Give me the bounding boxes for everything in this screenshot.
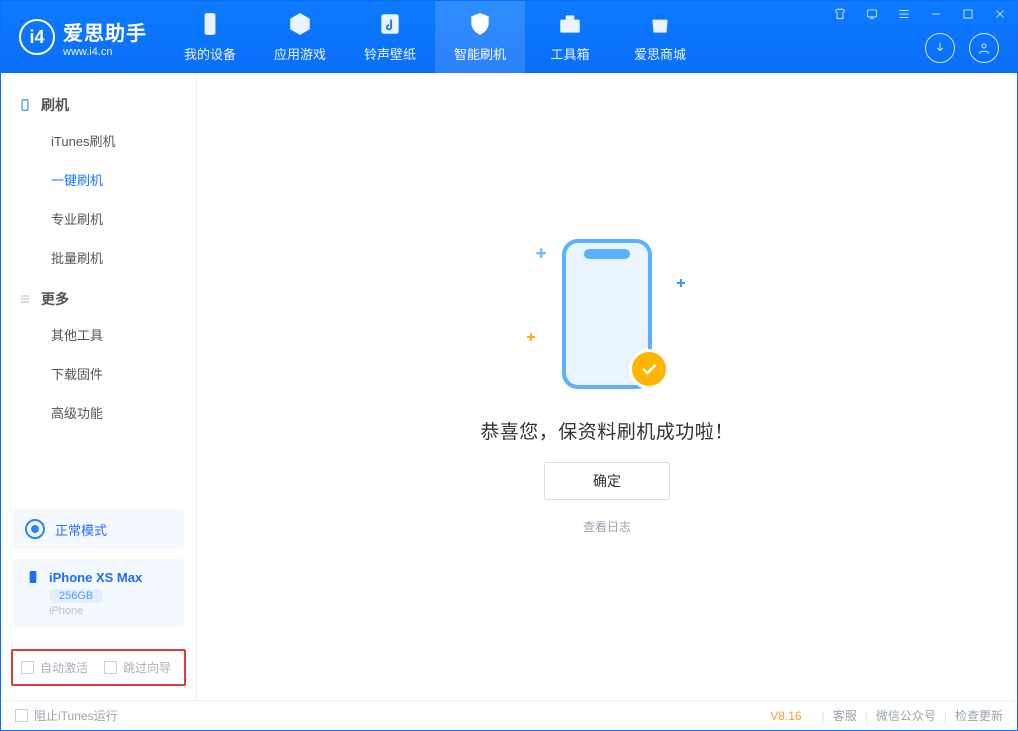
footer-link-support[interactable]: 客服 bbox=[833, 707, 857, 724]
body: 刷机 iTunes刷机 一键刷机 专业刷机 批量刷机 更多 其他工具 下载固件 … bbox=[1, 73, 1017, 700]
checkbox-skip-setup[interactable]: 跳过向导 bbox=[104, 659, 171, 676]
ok-button[interactable]: 确定 bbox=[544, 462, 670, 500]
sidebar-scroll: 刷机 iTunes刷机 一键刷机 专业刷机 批量刷机 更多 其他工具 下载固件 … bbox=[1, 73, 196, 509]
logo-text: 爱思助手 www.i4.cn bbox=[63, 17, 147, 58]
sidebar-item-advanced[interactable]: 高级功能 bbox=[1, 393, 196, 432]
cube-icon bbox=[287, 11, 313, 40]
menu-icon[interactable] bbox=[893, 5, 915, 23]
checkbox-label: 阻止iTunes运行 bbox=[34, 707, 118, 724]
separator: | bbox=[944, 709, 947, 723]
nav-label: 智能刷机 bbox=[454, 44, 506, 63]
sidebar-bottom: 正常模式 iPhone XS Max 256GB iPhone bbox=[1, 509, 196, 637]
nav-label: 应用游戏 bbox=[274, 44, 326, 63]
sparkle-icon bbox=[536, 248, 543, 255]
titlebar: i4 爱思助手 www.i4.cn 我的设备 应用游戏 铃声壁纸 bbox=[1, 1, 1017, 73]
checkbox-box-icon bbox=[21, 661, 34, 674]
nav-label: 我的设备 bbox=[184, 44, 236, 63]
device-icon bbox=[197, 11, 223, 40]
feedback-icon[interactable] bbox=[861, 5, 883, 23]
nav-my-device[interactable]: 我的设备 bbox=[165, 1, 255, 73]
sidebar: 刷机 iTunes刷机 一键刷机 专业刷机 批量刷机 更多 其他工具 下载固件 … bbox=[1, 73, 197, 700]
checkbox-box-icon bbox=[104, 661, 117, 674]
footer-link-wechat[interactable]: 微信公众号 bbox=[876, 707, 936, 724]
maximize-button[interactable] bbox=[957, 5, 979, 23]
main-nav: 我的设备 应用游戏 铃声壁纸 智能刷机 工具箱 bbox=[165, 1, 705, 73]
nav-label: 爱思商城 bbox=[634, 44, 686, 63]
device-capacity: 256GB bbox=[49, 589, 103, 603]
highlighted-options: 自动激活 跳过向导 bbox=[11, 649, 186, 686]
checkbox-auto-activate[interactable]: 自动激活 bbox=[21, 659, 88, 676]
nav-apps-games[interactable]: 应用游戏 bbox=[255, 1, 345, 73]
sparkle-icon bbox=[677, 279, 683, 285]
toolbox-icon bbox=[557, 11, 583, 40]
separator: | bbox=[865, 709, 868, 723]
checkbox-box-icon bbox=[15, 709, 28, 722]
phone-icon bbox=[17, 97, 33, 113]
checkbox-label: 自动激活 bbox=[40, 659, 88, 676]
download-button[interactable] bbox=[925, 33, 955, 63]
section-title: 更多 bbox=[41, 289, 69, 309]
bag-icon bbox=[647, 11, 673, 40]
device-type: iPhone bbox=[49, 605, 172, 617]
nav-toolbox[interactable]: 工具箱 bbox=[525, 1, 615, 73]
footer-right: V8.16 | 客服 | 微信公众号 | 检查更新 bbox=[770, 707, 1003, 724]
sidebar-item-batch-flash[interactable]: 批量刷机 bbox=[1, 238, 196, 277]
checkbox-label: 跳过向导 bbox=[123, 659, 171, 676]
device-mode-card[interactable]: 正常模式 bbox=[13, 509, 184, 549]
app-name-en: www.i4.cn bbox=[63, 46, 147, 58]
minimize-button[interactable] bbox=[925, 5, 947, 23]
footer-left: 阻止iTunes运行 bbox=[15, 707, 118, 724]
checkbox-block-itunes[interactable]: 阻止iTunes运行 bbox=[15, 707, 118, 724]
version-label: V8.16 bbox=[770, 709, 801, 723]
header-right-icons bbox=[925, 33, 999, 63]
account-button[interactable] bbox=[969, 33, 999, 63]
app-logo: i4 爱思助手 www.i4.cn bbox=[1, 1, 165, 73]
shield-icon bbox=[467, 11, 493, 40]
logo-badge-icon: i4 bbox=[19, 19, 55, 55]
footer-link-update[interactable]: 检查更新 bbox=[955, 707, 1003, 724]
checkmark-badge-icon bbox=[629, 349, 669, 389]
success-illustration bbox=[527, 239, 687, 399]
sidebar-section-flash: 刷机 bbox=[1, 83, 196, 121]
nav-smart-flash[interactable]: 智能刷机 bbox=[435, 1, 525, 73]
footer: 阻止iTunes运行 V8.16 | 客服 | 微信公众号 | 检查更新 bbox=[1, 700, 1017, 730]
view-log-link[interactable]: 查看日志 bbox=[583, 518, 631, 535]
close-button[interactable] bbox=[989, 5, 1011, 23]
device-name-row: iPhone XS Max bbox=[25, 569, 172, 585]
nav-ringtone-wallpaper[interactable]: 铃声壁纸 bbox=[345, 1, 435, 73]
nav-label: 工具箱 bbox=[550, 44, 589, 63]
mode-dot-icon bbox=[25, 519, 45, 539]
nav-store[interactable]: 爱思商城 bbox=[615, 1, 705, 73]
sidebar-item-pro-flash[interactable]: 专业刷机 bbox=[1, 199, 196, 238]
sparkle-icon bbox=[527, 333, 533, 339]
sidebar-item-other-tools[interactable]: 其他工具 bbox=[1, 315, 196, 354]
main-content: 恭喜您，保资料刷机成功啦！ 确定 查看日志 bbox=[197, 73, 1017, 700]
device-card[interactable]: iPhone XS Max 256GB iPhone bbox=[13, 559, 184, 627]
app-name-cn: 爱思助手 bbox=[63, 17, 147, 46]
sidebar-item-oneclick-flash[interactable]: 一键刷机 bbox=[1, 160, 196, 199]
phone-icon bbox=[25, 569, 41, 585]
separator: | bbox=[822, 709, 825, 723]
list-icon bbox=[17, 291, 33, 307]
sidebar-section-more: 更多 bbox=[1, 277, 196, 315]
mode-label: 正常模式 bbox=[55, 520, 107, 539]
section-title: 刷机 bbox=[41, 95, 69, 115]
skin-icon[interactable] bbox=[829, 5, 851, 23]
sidebar-item-itunes-flash[interactable]: iTunes刷机 bbox=[1, 121, 196, 160]
music-icon bbox=[377, 11, 403, 40]
nav-label: 铃声壁纸 bbox=[364, 44, 416, 63]
sidebar-item-download-firmware[interactable]: 下载固件 bbox=[1, 354, 196, 393]
device-name: iPhone XS Max bbox=[49, 570, 142, 585]
success-message: 恭喜您，保资料刷机成功啦！ bbox=[480, 417, 734, 444]
window-controls bbox=[829, 5, 1011, 23]
